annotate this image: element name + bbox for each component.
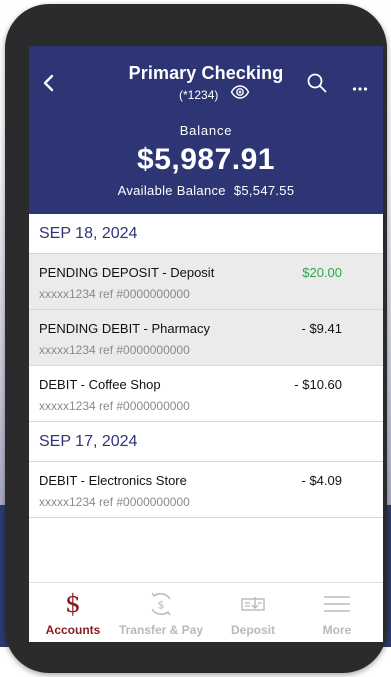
transaction-reference: xxxxx1234 ref #0000000000: [39, 399, 190, 413]
transaction-row[interactable]: DEBIT - Coffee Shop xxxxx1234 ref #00000…: [29, 366, 383, 422]
tab-transfer-pay[interactable]: $ Transfer & Pay: [113, 583, 209, 642]
tab-more[interactable]: More: [297, 583, 377, 642]
transaction-description: PENDING DEPOSIT - Deposit: [39, 265, 215, 280]
menu-icon: [323, 591, 351, 617]
eye-icon[interactable]: [230, 84, 250, 100]
account-header: Primary Checking (*1234) Balance $5,987.…: [29, 46, 383, 214]
tab-accounts[interactable]: $ Accounts: [33, 583, 113, 642]
transaction-description: DEBIT - Coffee Shop: [39, 377, 161, 392]
date-header: SEP 17, 2024: [29, 422, 383, 462]
ellipsis-icon[interactable]: [352, 79, 368, 91]
tab-label: Transfer & Pay: [118, 623, 204, 637]
transfer-icon: $: [146, 591, 176, 617]
date-header: SEP 18, 2024: [29, 214, 383, 254]
phone-frame: Primary Checking (*1234) Balance $5,987.…: [5, 4, 387, 673]
balance-label: Balance: [179, 123, 233, 138]
transaction-row[interactable]: DEBIT - Electronics Store xxxxx1234 ref …: [29, 462, 383, 518]
transaction-list[interactable]: SEP 18, 2024 PENDING DEPOSIT - Deposit x…: [29, 214, 383, 582]
app-screen: Primary Checking (*1234) Balance $5,987.…: [29, 46, 383, 642]
transaction-reference: xxxxx1234 ref #0000000000: [39, 495, 190, 509]
account-mask: (*1234): [179, 88, 219, 102]
balance-amount: $5,987.91: [137, 143, 275, 176]
transaction-amount: - $9.41: [301, 321, 342, 336]
transaction-description: PENDING DEBIT - Pharmacy: [39, 321, 210, 336]
available-balance-value: $5,547.55: [233, 183, 295, 198]
tab-label: Deposit: [230, 623, 275, 637]
tab-label: More: [322, 623, 352, 637]
transaction-amount: - $10.60: [294, 377, 342, 392]
dollar-icon: $: [65, 589, 81, 618]
transaction-description: DEBIT - Electronics Store: [39, 473, 187, 488]
search-icon[interactable]: [306, 72, 328, 94]
tab-label: Accounts: [45, 623, 101, 637]
transaction-amount: $20.00: [302, 265, 342, 280]
transaction-reference: xxxxx1234 ref #0000000000: [39, 287, 190, 301]
tab-deposit[interactable]: Deposit: [213, 583, 293, 642]
transaction-row[interactable]: PENDING DEBIT - Pharmacy xxxxx1234 ref #…: [29, 310, 383, 366]
svg-text:$: $: [158, 599, 165, 612]
transaction-row[interactable]: PENDING DEPOSIT - Deposit xxxxx1234 ref …: [29, 254, 383, 310]
available-balance-row: Available Balance $5,547.55: [29, 183, 383, 198]
transaction-reference: xxxxx1234 ref #0000000000: [39, 343, 190, 357]
check-deposit-icon: [238, 591, 268, 617]
transaction-amount: - $4.09: [301, 473, 342, 488]
available-balance-label: Available Balance: [117, 183, 226, 198]
bottom-tab-bar: $ Accounts $ Transfer & Pay Deposit More: [29, 582, 383, 642]
account-title: Primary Checking: [128, 63, 284, 83]
